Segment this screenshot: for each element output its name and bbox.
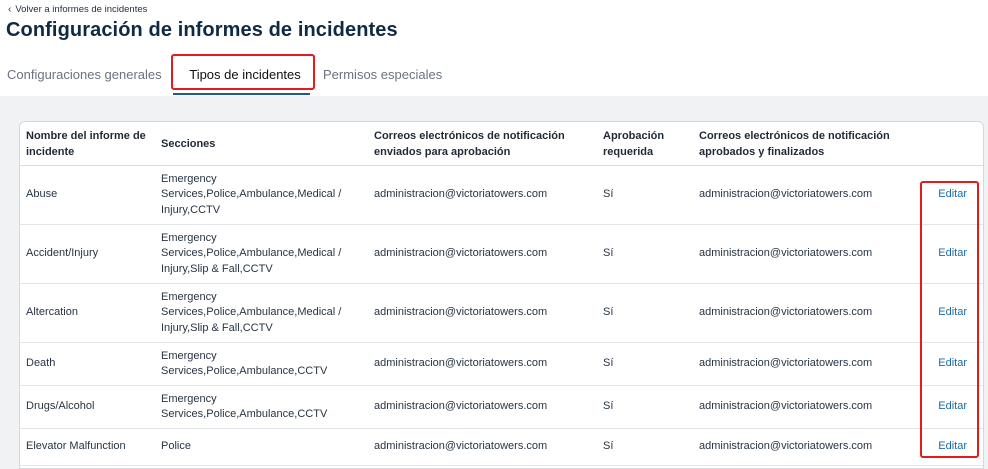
cell-approval-required: Sí [597, 342, 693, 386]
page-title: Configuración de informes de incidentes [6, 19, 398, 41]
cell-sections: Emergency Services,Police,Ambulance,Medi… [155, 283, 368, 343]
cell-approval-required: Sí [597, 283, 693, 343]
cell-approval-emails: administracion@victoriatowers.com [368, 224, 597, 284]
cell-approval-emails: administracion@victoriatowers.com [368, 283, 597, 343]
edit-link[interactable]: Editar [913, 428, 983, 466]
cell-name: Altercation [20, 283, 155, 343]
table-header-row: Nombre del informe de incidente Seccione… [20, 122, 983, 166]
cell-name: Abuse [20, 165, 155, 225]
back-to-reports-link[interactable]: ‹ Volver a informes de incidentes [8, 4, 147, 15]
cell-approval-required: Sí [597, 428, 693, 466]
edit-link[interactable]: Editar [913, 283, 983, 343]
cell-final-emails: administracion@victoriatowers.com [693, 283, 913, 343]
chevron-left-icon: ‹ [8, 3, 12, 15]
tab-special-permissions[interactable]: Permisos especiales [323, 60, 442, 90]
table-row: Death Emergency Services,Police,Ambulanc… [20, 342, 983, 386]
cell-approval-required: Sí [597, 224, 693, 284]
cell-final-emails: administracion@victoriatowers.com [693, 428, 913, 466]
table-row: Altercation Emergency Services,Police,Am… [20, 283, 983, 343]
cell-approval-emails: administracion@victoriatowers.com [368, 428, 597, 466]
cell-sections: Police [155, 428, 368, 466]
cell-final-emails: administracion@victoriatowers.com [693, 165, 913, 225]
cell-approval-emails: administracion@victoriatowers.com [368, 385, 597, 429]
cell-name: Elevator Malfunction [20, 428, 155, 466]
cell-name: Accident/Injury [20, 224, 155, 284]
cell-approval-emails: administracion@victoriatowers.com [368, 342, 597, 386]
table-row: Elevator Malfunction Police administraci… [20, 428, 983, 466]
cell-name: Death [20, 342, 155, 386]
cell-sections: Emergency Services,Police,Ambulance,CCTV [155, 342, 368, 386]
incident-types-table: Nombre del informe de incidente Seccione… [20, 122, 983, 466]
tab-general-settings[interactable]: Configuraciones generales [7, 60, 162, 90]
column-header-approval-required: Aprobación requerida [597, 122, 693, 166]
cell-approval-required: Sí [597, 165, 693, 225]
cell-approval-required: Sí [597, 385, 693, 429]
active-tab-indicator [173, 93, 310, 95]
edit-link[interactable]: Editar [913, 385, 983, 429]
edit-link[interactable]: Editar [913, 342, 983, 386]
edit-link[interactable]: Editar [913, 165, 983, 225]
tab-bar: Configuraciones generales Tipos de incid… [0, 60, 988, 96]
cell-final-emails: administracion@victoriatowers.com [693, 342, 913, 386]
incident-types-table-card: Nombre del informe de incidente Seccione… [19, 121, 984, 469]
table-row: Accident/Injury Emergency Services,Polic… [20, 224, 983, 284]
cell-final-emails: administracion@victoriatowers.com [693, 224, 913, 284]
cell-name: Drugs/Alcohol [20, 385, 155, 429]
table-row: Drugs/Alcohol Emergency Services,Police,… [20, 385, 983, 429]
table-row: Abuse Emergency Services,Police,Ambulanc… [20, 165, 983, 225]
edit-link[interactable]: Editar [913, 224, 983, 284]
column-header-approval-emails: Correos electrónicos de notificación env… [368, 122, 597, 166]
cell-sections: Emergency Services,Police,Ambulance,Medi… [155, 224, 368, 284]
cell-final-emails: administracion@victoriatowers.com [693, 385, 913, 429]
column-header-final-emails: Correos electrónicos de notificación apr… [693, 122, 913, 166]
tab-highlight-box [171, 54, 315, 90]
column-header-name: Nombre del informe de incidente [20, 122, 155, 166]
cell-sections: Emergency Services,Police,Ambulance,Medi… [155, 165, 368, 225]
back-link-label: Volver a informes de incidentes [15, 4, 148, 15]
cell-sections: Emergency Services,Police,Ambulance,CCTV [155, 385, 368, 429]
cell-approval-emails: administracion@victoriatowers.com [368, 165, 597, 225]
column-header-actions [913, 122, 983, 166]
column-header-sections: Secciones [155, 122, 368, 166]
